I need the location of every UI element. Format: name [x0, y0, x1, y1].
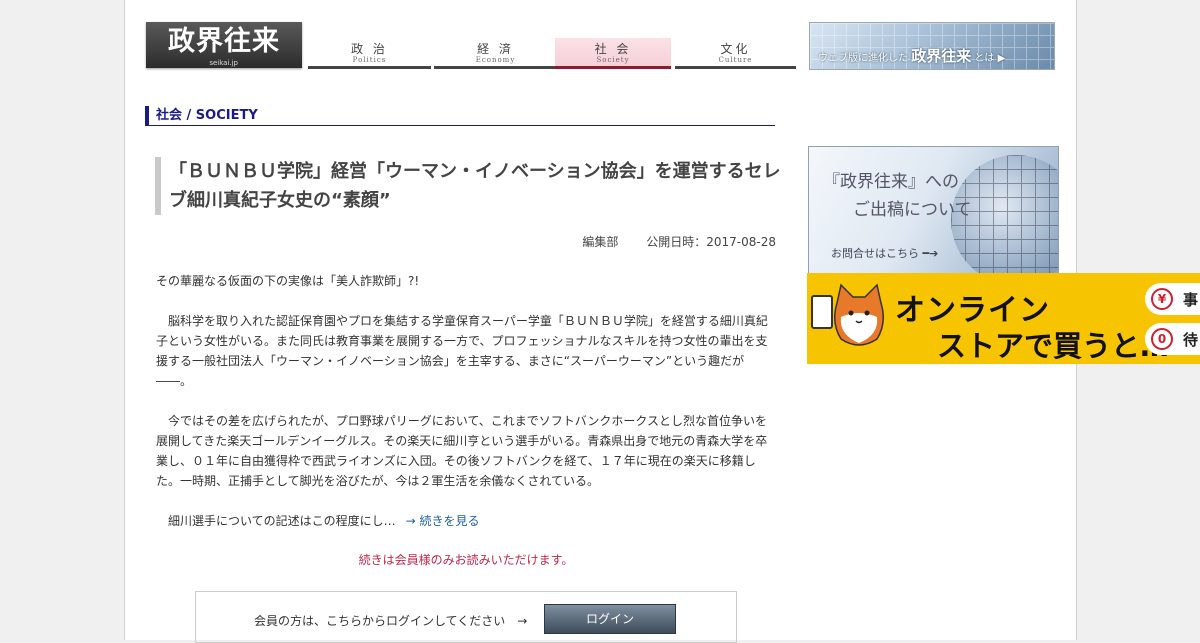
nav-sublabel: Culture [718, 56, 753, 64]
nav-label: 経 済 [477, 42, 514, 56]
ad-pill-1-text: 事 [1183, 291, 1199, 309]
article-lead: その華麗なる仮面の下の実像は「美人詐欺師」?! [156, 274, 420, 288]
login-box: 会員の方は、こちらからログインしてください → ログイン [195, 591, 737, 643]
online-store-ad[interactable]: オンライン ストアで買うと… ¥ 事 0 待 [807, 273, 1200, 364]
advertise-banner-link: お問合せはこちら ━➔ [831, 247, 939, 260]
nav-label: 政 治 [351, 42, 388, 56]
banner-tail-text: とは ▶ [974, 53, 1006, 64]
nav-culture[interactable]: 文化 Culture [675, 38, 796, 69]
article-paragraph: 今ではその差を広げられたが、プロ野球パリーグにおいて、これまでソフトバンクホーク… [156, 414, 768, 488]
article-meta: 編集部 公開日時：2017-08-28 [445, 233, 776, 250]
banner-text: ウェブ版に進化した 政界往来 とは ▶ [818, 45, 1005, 66]
nav-society[interactable]: 社 会 Society [555, 38, 671, 69]
advertise-banner[interactable]: 『政界往来』への ご出稿について お問合せはこちら ━➔ [808, 146, 1059, 274]
about-banner[interactable]: ウェブ版に進化した 政界往来 とは ▶ [809, 22, 1055, 70]
ad-pill-2-text: 待 [1183, 331, 1199, 349]
ad-pill-1: ¥ 事 [1145, 283, 1200, 315]
article-date: 公開日時：2017-08-28 [646, 235, 776, 249]
cat-mascot-icon [834, 283, 884, 346]
article-title: 「ＢＵＮＢＵ学院」経営「ウーマン・イノベーション協会」を運営するセレブ細川真紀子… [155, 157, 794, 215]
yen-icon: ¥ [1151, 288, 1173, 310]
article-author: 編集部 [582, 235, 619, 249]
nav-label: 社 会 [594, 42, 632, 56]
nav-sublabel: Economy [475, 56, 516, 64]
member-only-notice: 続きは会員様のみお読みいただけます。 [358, 553, 574, 567]
banner-small-text: ウェブ版に進化した [818, 53, 908, 64]
logo-text: 政界往来 [168, 26, 280, 57]
ad-headline-line2: ストアで買うと… [937, 329, 1170, 363]
nav-politics[interactable]: 政 治 Politics [308, 38, 431, 69]
read-more-link[interactable]: → 続きを見る [406, 514, 480, 528]
article-excerpt-end: 細川選手についての記述はこの程度にし… → 続きを見る [156, 511, 776, 531]
banner-big-text: 政界往来 [911, 47, 972, 65]
advertise-banner-line1: 『政界往来』への [823, 172, 959, 192]
article-paragraph: 細川選手についての記述はこの程度にし… [156, 514, 396, 528]
nav-sublabel: Politics [352, 56, 387, 64]
login-prompt: 会員の方は、こちらからログインしてください → [254, 614, 528, 628]
section-heading: 社会 / SOCIETY [145, 106, 775, 126]
ad-pill-2: 0 待 [1145, 323, 1200, 355]
nav-economy[interactable]: 経 済 Economy [434, 38, 557, 69]
logo-subtext: seikai.jp [209, 59, 238, 67]
site-logo[interactable]: 政界往来 seikai.jp [146, 22, 302, 68]
advertise-banner-line2: ご出稿について [853, 200, 972, 220]
article-paragraph: 脳科学を取り入れた認証保育園やプロを集結する学童保育スーパー学童「ＢＵＮＢＵ学院… [156, 314, 768, 388]
nav-label: 文化 [720, 42, 751, 56]
nav-sublabel: Society [596, 56, 630, 64]
zero-icon: 0 [1151, 328, 1173, 350]
